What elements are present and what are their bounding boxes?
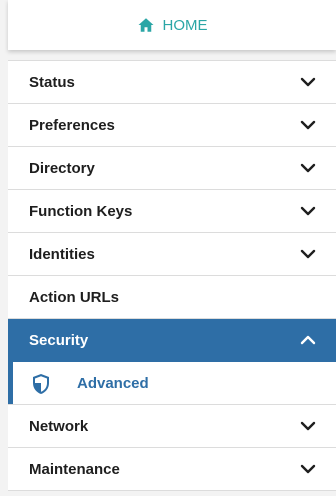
- home-label: HOME: [162, 16, 208, 34]
- shield-icon: [33, 374, 49, 394]
- menu-item-label: Status: [29, 73, 75, 91]
- home-icon: [138, 18, 153, 32]
- chevron-down-icon: [300, 464, 316, 474]
- menu-item-label: Action URLs: [29, 288, 119, 306]
- menu-item-maintenance[interactable]: Maintenance: [8, 448, 336, 491]
- submenu-item-advanced[interactable]: Advanced: [8, 362, 336, 405]
- menu-item-label: Identities: [29, 245, 95, 263]
- menu-item-function-keys[interactable]: Function Keys: [8, 190, 336, 233]
- submenu-item-label: Advanced: [77, 374, 149, 392]
- menu-item-action-urls[interactable]: Action URLs: [8, 276, 336, 319]
- menu-item-label: Network: [29, 417, 89, 435]
- chevron-down-icon: [300, 421, 316, 431]
- chevron-down-icon: [300, 163, 316, 173]
- menu-item-security[interactable]: Security: [8, 319, 336, 362]
- menu-item-label: Maintenance: [29, 460, 120, 478]
- sidebar-menu: Status Preferences Directory Function Ke…: [8, 60, 336, 491]
- chevron-up-icon: [300, 335, 316, 345]
- menu-item-identities[interactable]: Identities: [8, 233, 336, 276]
- menu-item-label: Security: [29, 331, 89, 349]
- chevron-down-icon: [300, 77, 316, 87]
- menu-item-status[interactable]: Status: [8, 61, 336, 104]
- menu-item-directory[interactable]: Directory: [8, 147, 336, 190]
- menu-item-preferences[interactable]: Preferences: [8, 104, 336, 147]
- menu-item-label: Function Keys: [29, 202, 133, 220]
- chevron-down-icon: [300, 249, 316, 259]
- menu-item-label: Directory: [29, 159, 95, 177]
- chevron-down-icon: [300, 120, 316, 130]
- navigation-panel: HOME Status Preferences Directory Functi…: [0, 0, 336, 496]
- menu-item-label: Preferences: [29, 116, 115, 134]
- chevron-down-icon: [300, 206, 316, 216]
- menu-item-network[interactable]: Network: [8, 405, 336, 448]
- home-button[interactable]: HOME: [8, 0, 336, 50]
